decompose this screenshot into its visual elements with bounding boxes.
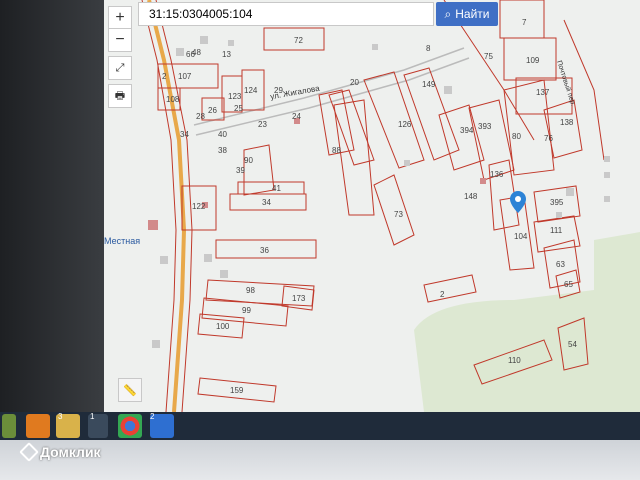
parcel-label: 159 [230,386,244,395]
parcel-label: 107 [178,72,192,81]
parcel-label: 124 [244,86,258,95]
parcel-label: 99 [242,306,251,315]
parcel-label: 41 [272,184,281,193]
parcel-label: 2 [440,290,445,299]
parcel-label: 20 [350,78,359,87]
parcel-label: 63 [556,260,565,269]
parcel-label: 36 [260,246,269,255]
station-label: Местная [104,236,141,246]
parcel-label: 137 [536,88,550,97]
find-button-label: Найти [455,7,490,21]
parcel-label: 54 [568,340,577,349]
parcel-label: 7 [522,18,527,27]
parcel-label: 104 [514,232,528,241]
cadastral-search-field[interactable] [138,2,434,26]
parcel-label: 75 [484,52,493,61]
parcel-label: 40 [218,130,227,139]
parcel-label: 126 [398,120,412,129]
search-icon: ⌕ [444,6,452,21]
parcel-label: 23 [258,120,267,129]
watermark: Домклик [19,442,101,462]
taskbar-app-icon[interactable] [26,414,50,438]
parcel-label: 90 [244,156,253,165]
zoom-in-button[interactable]: + [108,6,132,30]
parcel-label: 34 [262,198,271,207]
parcel-label: 34 [180,130,189,139]
parcel-label: 110 [508,356,521,365]
parcel-label: 138 [560,118,574,127]
parcel-label: 148 [464,192,478,201]
parcel-label: 108 [166,95,180,104]
parcel-label: 393 [478,122,492,131]
parcel-label: 28 [196,112,205,121]
parcel-label: 8 [426,44,431,53]
terminal-badge: 1 [90,412,95,421]
document-badge: 2 [150,412,155,421]
domclick-logo-icon [19,442,39,462]
parcel-label: 149 [422,80,436,89]
zoom-out-button[interactable]: − [108,28,132,52]
parcel-label: 25 [234,104,243,113]
parcel-label: 173 [292,294,306,303]
parcel-label: 123 [228,92,242,101]
parcel-label: 98 [246,286,255,295]
parcel-label: 72 [294,36,303,45]
parcel-label: 65 [564,280,573,289]
taskbar: 3 1 2 [0,412,640,440]
taskbar-item[interactable] [2,414,16,438]
print-icon[interactable]: 🖶 [108,84,132,108]
parcel-label: 100 [216,322,230,331]
parcel-label: 48 [192,48,201,57]
chrome-icon[interactable] [118,414,142,438]
parcel-label: 88 [332,146,341,155]
location-pin-icon[interactable] [510,191,526,213]
parcel-label: 109 [526,56,540,65]
find-button[interactable]: ⌕ Найти [436,2,498,26]
watermark-text: Домклик [40,444,101,460]
parcel-label: 26 [208,106,217,115]
parcel-label: 80 [512,132,521,141]
ruler-icon[interactable]: 📏 [118,378,142,402]
parcel-label: 13 [222,50,231,59]
parcel-label: 111 [550,226,563,235]
parcel-label: 2 [162,72,167,81]
parcel-label: 38 [218,146,227,155]
cadastral-map[interactable]: 107 108 2 66 72 124 123 28 34 26 25 23 2… [104,0,640,412]
fullscreen-icon[interactable]: ⤢ [108,56,132,80]
parcel-label: 136 [490,170,504,179]
folder-badge: 3 [58,412,63,421]
screen-bezel [0,0,104,412]
parcel-label: 24 [292,112,301,121]
parcel-label: 395 [550,198,564,207]
search-input[interactable] [147,6,433,22]
parcel-label: 394 [460,126,474,135]
parcel-label: 39 [236,166,245,175]
parcel-label: 122 [192,202,206,211]
parcel-label: 73 [394,210,403,219]
parcel-label: 76 [544,134,553,143]
